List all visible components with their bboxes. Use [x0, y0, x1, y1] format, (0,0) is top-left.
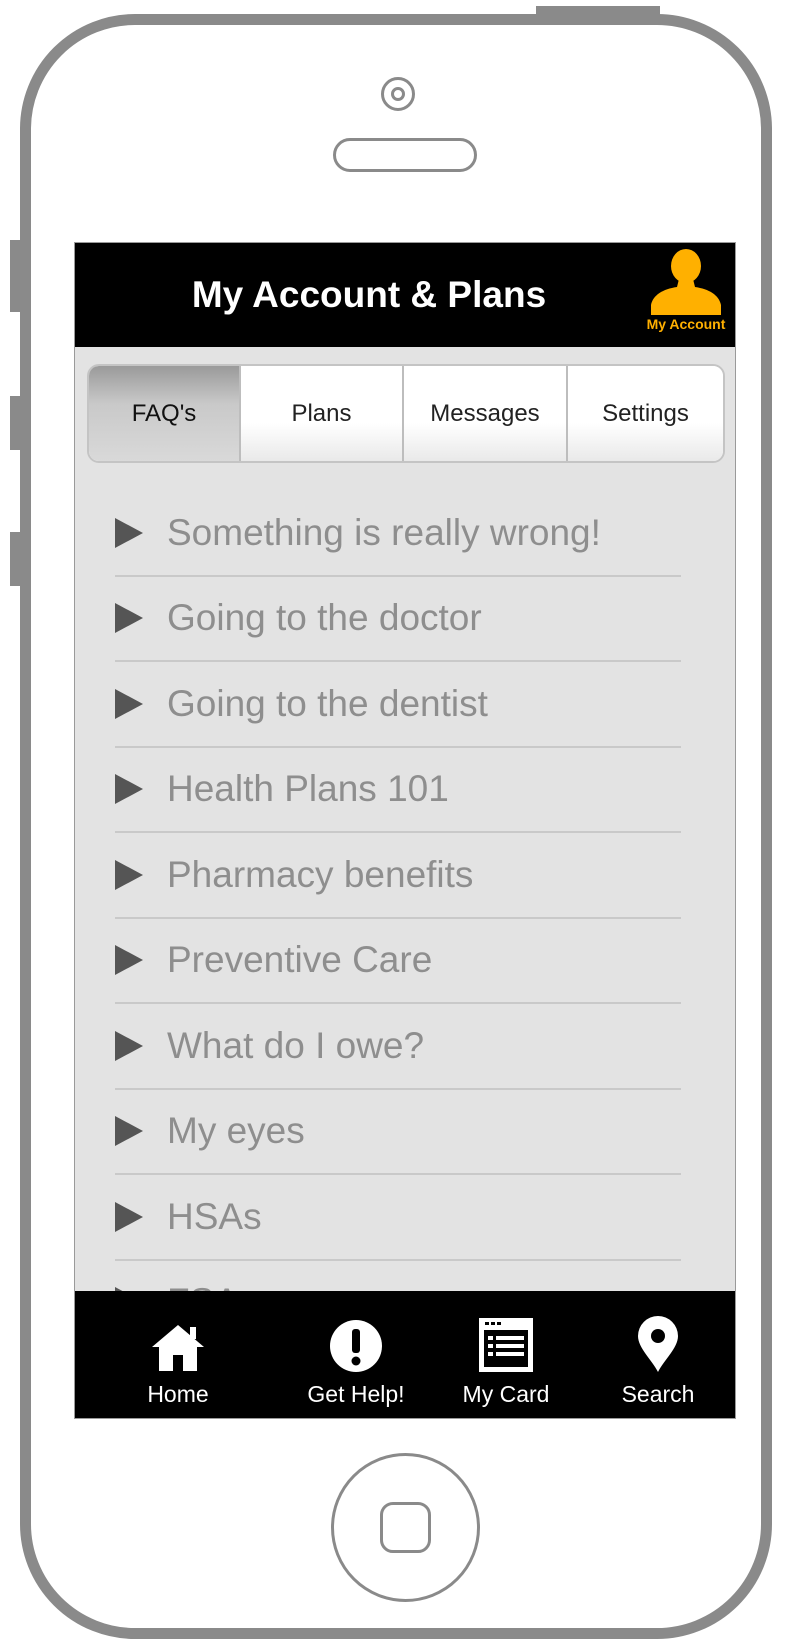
faq-list: Something is really wrong! Going to the …: [115, 491, 681, 1346]
tab-messages[interactable]: Messages: [404, 366, 568, 461]
my-account-label: My Account: [646, 316, 726, 332]
list-item[interactable]: Preventive Care: [115, 919, 681, 1004]
list-item-label: Something is really wrong!: [167, 511, 601, 553]
list-item[interactable]: HSAs: [115, 1175, 681, 1261]
tab-get-help-label: Get Help!: [307, 1381, 405, 1407]
disclosure-triangle-icon: [115, 603, 143, 634]
home-button-icon: [380, 1502, 431, 1553]
map-pin-icon: [638, 1316, 678, 1372]
disclosure-triangle-icon: [115, 688, 143, 719]
list-item[interactable]: My eyes: [115, 1090, 681, 1175]
disclosure-triangle-icon: [115, 517, 143, 548]
tab-search[interactable]: Search: [581, 1291, 735, 1418]
list-item[interactable]: Something is really wrong!: [115, 491, 681, 577]
disclosure-triangle-icon: [115, 1030, 143, 1061]
disclosure-triangle-icon: [115, 774, 143, 805]
list-item[interactable]: What do I owe?: [115, 1004, 681, 1090]
app-screen: My Account & Plans My Account FAQ's Plan…: [74, 242, 736, 1419]
list-item-label: Preventive Care: [167, 939, 433, 981]
disclosure-triangle-icon: [115, 1116, 143, 1147]
list-item-label: HSAs: [167, 1195, 262, 1237]
power-button: [536, 6, 660, 18]
card-icon: [479, 1318, 533, 1372]
segmented-control: FAQ's Plans Messages Settings: [87, 364, 725, 463]
home-icon: [152, 1325, 204, 1371]
disclosure-triangle-icon: [115, 859, 143, 890]
my-account-button[interactable]: My Account: [639, 249, 733, 341]
tab-get-help[interactable]: Get Help!: [281, 1291, 431, 1418]
volume-down-button: [10, 532, 22, 586]
list-item[interactable]: Going to the dentist: [115, 662, 681, 748]
hardware-home-button[interactable]: [331, 1453, 480, 1602]
tab-search-label: Search: [621, 1381, 695, 1407]
tab-faqs[interactable]: FAQ's: [89, 366, 241, 461]
disclosure-triangle-icon: [115, 945, 143, 976]
tab-settings[interactable]: Settings: [568, 366, 723, 461]
tab-home[interactable]: Home: [75, 1291, 281, 1418]
camera-icon: [381, 77, 415, 111]
list-item-label: Pharmacy benefits: [167, 853, 474, 895]
list-item-label: What do I owe?: [167, 1024, 425, 1066]
volume-up-button: [10, 396, 22, 450]
tab-my-card[interactable]: My Card: [431, 1291, 581, 1418]
mute-switch: [10, 240, 22, 312]
list-item[interactable]: Going to the doctor: [115, 577, 681, 662]
list-item[interactable]: Pharmacy benefits: [115, 833, 681, 919]
app-header: My Account & Plans My Account: [75, 243, 735, 347]
list-item-label: My eyes: [167, 1110, 305, 1152]
page-title: My Account & Plans: [191, 274, 547, 315]
disclosure-triangle-icon: [115, 1201, 143, 1232]
list-item-label: Going to the doctor: [167, 597, 482, 639]
tab-my-card-label: My Card: [462, 1381, 550, 1407]
bottom-tab-bar: Home Get Help! My Card Search: [75, 1291, 735, 1418]
exclamation-icon: [330, 1320, 382, 1372]
speaker-grille: [333, 138, 477, 172]
person-icon: [651, 249, 721, 315]
tab-home-label: Home: [147, 1381, 209, 1407]
list-item[interactable]: Health Plans 101: [115, 748, 681, 833]
list-item-label: Going to the dentist: [167, 682, 488, 724]
tab-plans[interactable]: Plans: [241, 366, 404, 461]
list-item-label: Health Plans 101: [167, 768, 449, 810]
